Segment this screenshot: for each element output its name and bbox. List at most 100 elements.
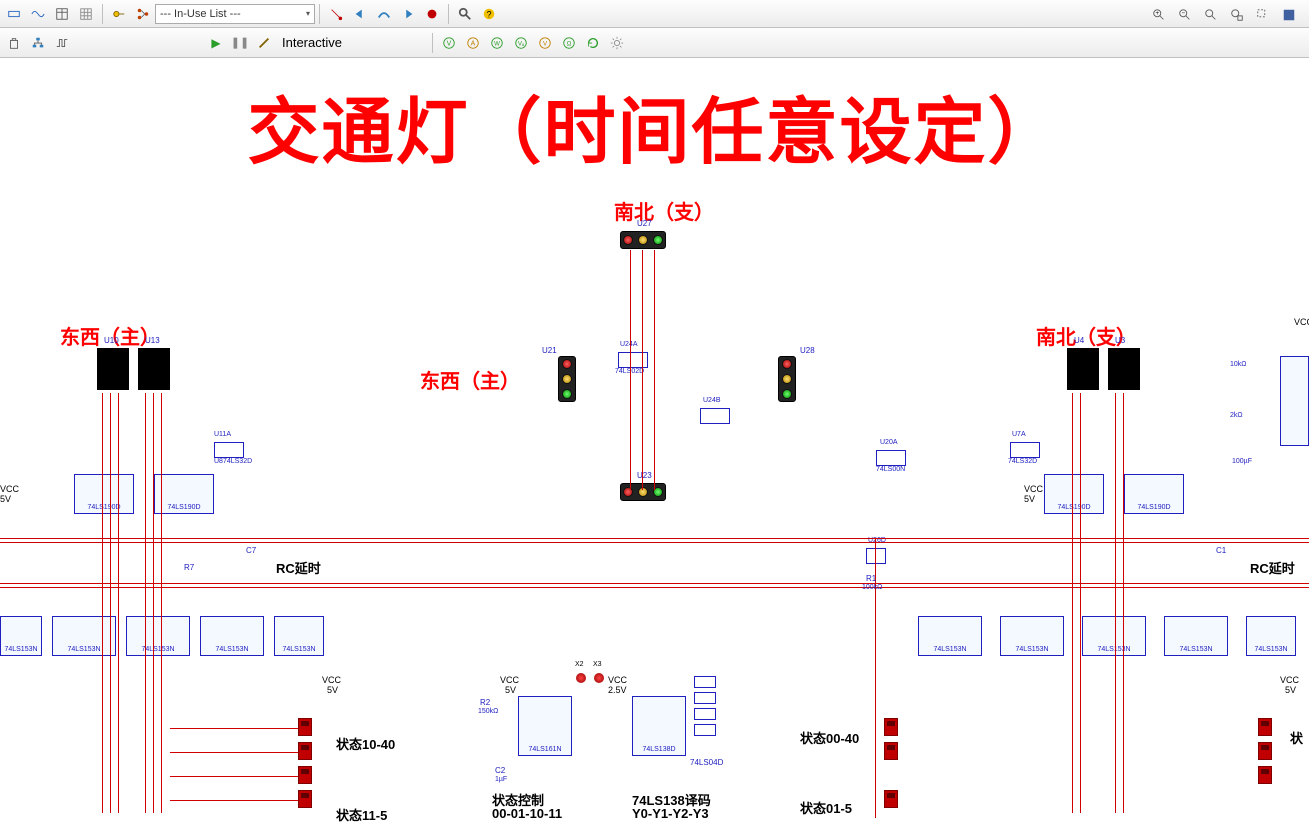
label-state-10-40: 状态10-40 bbox=[336, 734, 395, 753]
dip-s6[interactable] bbox=[884, 790, 898, 808]
schematic-canvas[interactable]: 交通灯（时间任意设定） 东西（主） 东西（主） 南北（支） 南北（支） RC延时… bbox=[0, 58, 1309, 818]
waveform-icon[interactable] bbox=[27, 3, 49, 25]
svg-text:W: W bbox=[494, 40, 500, 47]
wire-dip-l1 bbox=[170, 728, 298, 729]
dip-s3[interactable] bbox=[1258, 718, 1272, 736]
wire-l-4 bbox=[145, 393, 146, 813]
zoom-select-icon[interactable] bbox=[1252, 4, 1274, 26]
zoom-out-icon[interactable]: − bbox=[1174, 4, 1196, 26]
gate-u24a bbox=[618, 352, 648, 368]
wire-dip-l2 bbox=[170, 752, 298, 753]
ref-100k: 100kΩ bbox=[862, 584, 882, 591]
display-u13 bbox=[138, 348, 170, 390]
label-state-11-5: 状态11-5 bbox=[336, 805, 387, 824]
w-probe-icon[interactable]: W bbox=[486, 32, 508, 54]
dip-s4[interactable] bbox=[1258, 742, 1272, 760]
delete-icon[interactable] bbox=[3, 32, 25, 54]
grid-icon[interactable] bbox=[75, 3, 97, 25]
chip-counter-l2: 74LS190D bbox=[154, 474, 214, 514]
ref-c1: C1 bbox=[1216, 546, 1226, 555]
vcc-tr: VCC bbox=[1294, 317, 1309, 327]
chip-right-edge bbox=[1280, 356, 1309, 446]
display-u3 bbox=[1108, 348, 1140, 390]
v5-l2: 5V bbox=[327, 685, 338, 695]
settings-icon[interactable] bbox=[606, 32, 628, 54]
gate-inv-3 bbox=[694, 708, 716, 720]
chip-mux-r1: 74LS153N bbox=[1000, 616, 1064, 656]
vcc-r2: VCC bbox=[1024, 484, 1043, 494]
dip-s8[interactable] bbox=[884, 742, 898, 760]
v-probe-icon[interactable]: V bbox=[438, 32, 460, 54]
ref-c2: C2 bbox=[495, 766, 505, 775]
zoom-area-icon[interactable] bbox=[1200, 4, 1222, 26]
zoom-fit-icon[interactable] bbox=[1226, 4, 1248, 26]
pause-button[interactable]: ❚❚ bbox=[229, 32, 251, 54]
wire-ns-2 bbox=[642, 250, 643, 490]
ref-x3: X3 bbox=[593, 661, 602, 668]
v25-c2: 2.5V bbox=[608, 685, 627, 695]
ref-r1: R1 bbox=[866, 574, 876, 583]
probe-x2 bbox=[576, 673, 586, 683]
help-icon[interactable]: ? bbox=[478, 3, 500, 25]
ref-u4: U4 bbox=[1074, 336, 1084, 345]
net-v-icon[interactable]: V bbox=[534, 32, 556, 54]
wire-ns-1 bbox=[630, 250, 631, 490]
chip-mux-r4: 74LS153N bbox=[1246, 616, 1296, 656]
dip-s5[interactable] bbox=[1258, 766, 1272, 784]
ref-u7a: U7A bbox=[1012, 431, 1026, 438]
svg-text:+: + bbox=[1155, 10, 1159, 17]
probe-x3 bbox=[594, 673, 604, 683]
hierarchy-icon[interactable] bbox=[27, 32, 49, 54]
wire-dip-l4 bbox=[170, 800, 298, 801]
breakpoint-icon[interactable] bbox=[421, 3, 443, 25]
ref-u11a: U11A bbox=[214, 431, 231, 438]
mode-label: Interactive bbox=[276, 35, 348, 50]
wire-bus-3 bbox=[0, 583, 1309, 584]
label-ns-top: 南北（支） bbox=[614, 196, 714, 225]
schematic-title: 交通灯（时间任意设定） bbox=[0, 73, 1309, 178]
dip-s13[interactable] bbox=[298, 718, 312, 736]
dip-s15[interactable] bbox=[298, 766, 312, 784]
wire-dip-l3 bbox=[170, 776, 298, 777]
label-state-00-40: 状态00-40 bbox=[800, 728, 859, 747]
vcc-left: VCC bbox=[0, 484, 19, 494]
dip-s7[interactable] bbox=[884, 718, 898, 736]
svg-text:?: ? bbox=[487, 9, 492, 19]
net-label-icon[interactable] bbox=[108, 3, 130, 25]
ref-u24b: U24B bbox=[703, 397, 721, 404]
dip-s14[interactable] bbox=[298, 742, 312, 760]
a-probe-icon[interactable]: A bbox=[462, 32, 484, 54]
step-into-icon[interactable] bbox=[349, 3, 371, 25]
traffic-u21 bbox=[558, 356, 576, 402]
diff-probe-icon[interactable]: Vₐ bbox=[510, 32, 532, 54]
probe-v-icon[interactable] bbox=[325, 3, 347, 25]
component-tree-icon[interactable] bbox=[132, 3, 154, 25]
run-button[interactable]: ▶ bbox=[205, 32, 227, 54]
fullscreen-icon[interactable] bbox=[1278, 4, 1300, 26]
pulse-icon[interactable] bbox=[51, 32, 73, 54]
ref-2k: 2kΩ bbox=[1230, 412, 1243, 419]
ref-x2: X2 bbox=[575, 661, 584, 668]
net-a-icon[interactable]: Ω bbox=[558, 32, 580, 54]
label-decoder-sub: Y0-Y1-Y2-Y3 bbox=[632, 806, 709, 821]
step-over-icon[interactable] bbox=[373, 3, 395, 25]
gate-u7a bbox=[1010, 442, 1040, 458]
place-component-icon[interactable] bbox=[3, 3, 25, 25]
zoom-in-icon[interactable]: + bbox=[1148, 4, 1170, 26]
search-icon[interactable] bbox=[454, 3, 476, 25]
svg-text:Ω: Ω bbox=[567, 40, 572, 47]
wire-bus-2 bbox=[0, 542, 1309, 543]
wire-l-3 bbox=[118, 393, 119, 813]
label-rc-left: RC延时 bbox=[276, 558, 321, 577]
refresh-icon[interactable] bbox=[582, 32, 604, 54]
dip-s16[interactable] bbox=[298, 790, 312, 808]
svg-text:−: − bbox=[1181, 10, 1185, 17]
in-use-list-dropdown[interactable]: --- In-Use List --- ▾ bbox=[155, 4, 315, 24]
interactive-probe-icon[interactable] bbox=[253, 32, 275, 54]
ref-u24a: U24A bbox=[620, 341, 638, 348]
step-out-icon[interactable] bbox=[397, 3, 419, 25]
v5-c1: 5V bbox=[505, 685, 516, 695]
chip-mux-l4: 74LS153N bbox=[274, 616, 324, 656]
gate-u24b bbox=[700, 408, 730, 424]
table-icon[interactable] bbox=[51, 3, 73, 25]
